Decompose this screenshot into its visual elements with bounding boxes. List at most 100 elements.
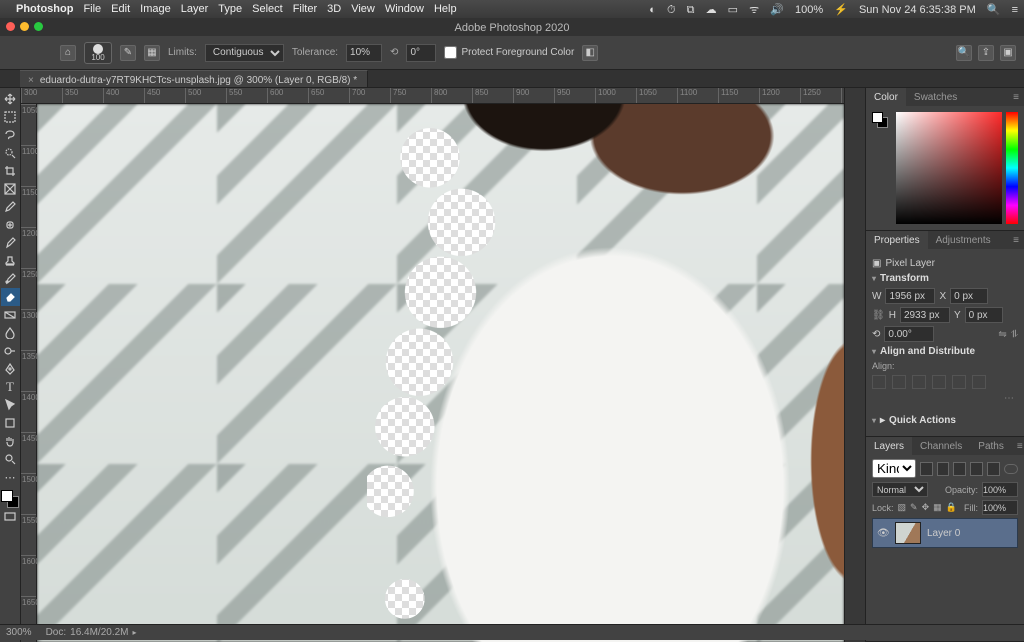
filter-adjust-icon[interactable]: [937, 462, 950, 476]
chevron-right-icon[interactable]: ▸: [133, 628, 137, 637]
blend-mode-select[interactable]: Normal: [872, 482, 928, 497]
visibility-icon[interactable]: 👁: [877, 528, 889, 539]
limits-select[interactable]: Contiguous: [205, 44, 284, 62]
layer-row[interactable]: 👁 Layer 0: [872, 518, 1018, 548]
menu-3d[interactable]: 3D: [327, 3, 341, 15]
spotlight-icon[interactable]: 🔍: [987, 4, 1001, 16]
filter-smart-icon[interactable]: [987, 462, 1000, 476]
flip-v-icon[interactable]: ⥮: [1011, 329, 1018, 340]
menu-app[interactable]: Photoshop: [16, 3, 73, 15]
width-input[interactable]: [885, 288, 935, 304]
menu-view[interactable]: View: [351, 3, 375, 15]
brush-tool[interactable]: [1, 234, 20, 252]
fg-bg-swatch[interactable]: [872, 112, 888, 128]
align-buttons[interactable]: [872, 375, 1018, 389]
display-icon[interactable]: ▭: [728, 4, 738, 16]
ruler-vertical[interactable]: 1050110011501200125013001350140014501500…: [21, 104, 37, 642]
panel-menu-icon[interactable]: ≡: [1012, 438, 1024, 455]
frame-tool[interactable]: [1, 180, 20, 198]
window-minimize-button[interactable]: [20, 22, 29, 31]
tab-channels[interactable]: Channels: [912, 437, 970, 455]
menu-layer[interactable]: Layer: [181, 3, 209, 15]
flip-h-icon[interactable]: ⇋: [998, 329, 1006, 340]
angle-input[interactable]: [406, 44, 436, 62]
eyedropper-tool[interactable]: [1, 198, 20, 216]
share-icon[interactable]: ⇪: [978, 45, 994, 61]
align-header[interactable]: Align and Distribute: [872, 346, 1018, 357]
ruler-horizontal[interactable]: 3003504004505005506006507007508008509009…: [21, 88, 844, 104]
path-select-tool[interactable]: [1, 396, 20, 414]
home-icon[interactable]: ⌂: [60, 45, 76, 61]
link-icon[interactable]: ⛓: [872, 310, 885, 321]
cloud-icon[interactable]: ☁: [706, 4, 717, 16]
eraser-tool[interactable]: [1, 288, 20, 306]
pen-tool[interactable]: [1, 360, 20, 378]
tab-adjustments[interactable]: Adjustments: [928, 231, 999, 249]
quick-select-tool[interactable]: [1, 144, 20, 162]
menu-edit[interactable]: Edit: [111, 3, 130, 15]
crop-tool[interactable]: [1, 162, 20, 180]
dropbox-icon[interactable]: ⧉: [687, 4, 695, 16]
lock-icon[interactable]: ▧: [898, 502, 907, 513]
screen-mode-icon[interactable]: [1, 508, 20, 526]
lock-icon[interactable]: ▦: [933, 502, 942, 513]
brush-settings-icon[interactable]: ✎: [120, 45, 136, 61]
panel-menu-icon[interactable]: ≡: [1008, 232, 1024, 249]
tolerance-input[interactable]: [346, 44, 382, 62]
transform-header[interactable]: Transform: [872, 273, 1018, 284]
zoom-value[interactable]: 300%: [6, 627, 32, 638]
panel-menu-icon[interactable]: ≡: [1008, 89, 1024, 106]
window-zoom-button[interactable]: [34, 22, 43, 31]
filter-toggle[interactable]: [1004, 464, 1018, 474]
fill-input[interactable]: [982, 500, 1018, 515]
healing-tool[interactable]: [1, 216, 20, 234]
document-canvas[interactable]: [37, 104, 844, 642]
search-icon[interactable]: 🔍: [956, 45, 972, 61]
hue-slider[interactable]: [1006, 112, 1018, 224]
filter-shape-icon[interactable]: [970, 462, 983, 476]
control-center-icon[interactable]: ≡: [1012, 4, 1018, 16]
opacity-input[interactable]: [982, 482, 1018, 497]
stamp-tool[interactable]: [1, 252, 20, 270]
hand-tool[interactable]: [1, 432, 20, 450]
wifi-icon[interactable]: ᯤ: [749, 4, 759, 16]
lock-icon[interactable]: 🔒: [946, 502, 957, 513]
move-tool[interactable]: [1, 90, 20, 108]
menu-window[interactable]: Window: [385, 3, 424, 15]
collapsed-panel-strip[interactable]: [844, 88, 866, 642]
gradient-tool[interactable]: [1, 306, 20, 324]
dodge-tool[interactable]: [1, 342, 20, 360]
tab-properties[interactable]: Properties: [866, 231, 928, 249]
layer-name[interactable]: Layer 0: [927, 528, 1013, 539]
menu-image[interactable]: Image: [140, 3, 171, 15]
status-icon[interactable]: ◐: [649, 4, 656, 16]
menu-help[interactable]: Help: [434, 3, 457, 15]
lock-icon[interactable]: ✎: [910, 502, 918, 513]
blur-tool[interactable]: [1, 324, 20, 342]
document-tab[interactable]: × eduardo-dutra-y7RT9KHCTcs-unsplash.jpg…: [20, 70, 368, 87]
layer-thumbnail[interactable]: [895, 522, 921, 544]
volume-icon[interactable]: 🔊: [770, 4, 784, 16]
history-brush-tool[interactable]: [1, 270, 20, 288]
clock[interactable]: Sun Nov 24 6:35:38 PM: [859, 4, 976, 16]
window-close-button[interactable]: [6, 22, 15, 31]
filter-type-icon[interactable]: [953, 462, 966, 476]
menu-file[interactable]: File: [83, 3, 101, 15]
type-tool[interactable]: T: [1, 378, 20, 396]
timer-icon[interactable]: ⏱: [667, 4, 676, 16]
edit-toolbar-icon[interactable]: ⋯: [1, 468, 20, 486]
protect-fg-checkbox[interactable]: Protect Foreground Color: [444, 46, 574, 59]
angle-input[interactable]: [884, 326, 934, 342]
quick-actions-header[interactable]: ▸ Quick Actions: [872, 415, 1018, 426]
tab-swatches[interactable]: Swatches: [906, 88, 965, 106]
filter-kind-select[interactable]: Kind: [872, 459, 916, 478]
tab-color[interactable]: Color: [866, 88, 906, 106]
color-swatches[interactable]: [1, 490, 19, 508]
menu-select[interactable]: Select: [252, 3, 283, 15]
zoom-tool[interactable]: [1, 450, 20, 468]
sample-swatch-icon[interactable]: ◧: [582, 45, 598, 61]
marquee-tool[interactable]: [1, 108, 20, 126]
y-input[interactable]: [965, 307, 1003, 323]
tab-paths[interactable]: Paths: [970, 437, 1012, 455]
brush-preset-picker[interactable]: 100: [84, 42, 112, 64]
